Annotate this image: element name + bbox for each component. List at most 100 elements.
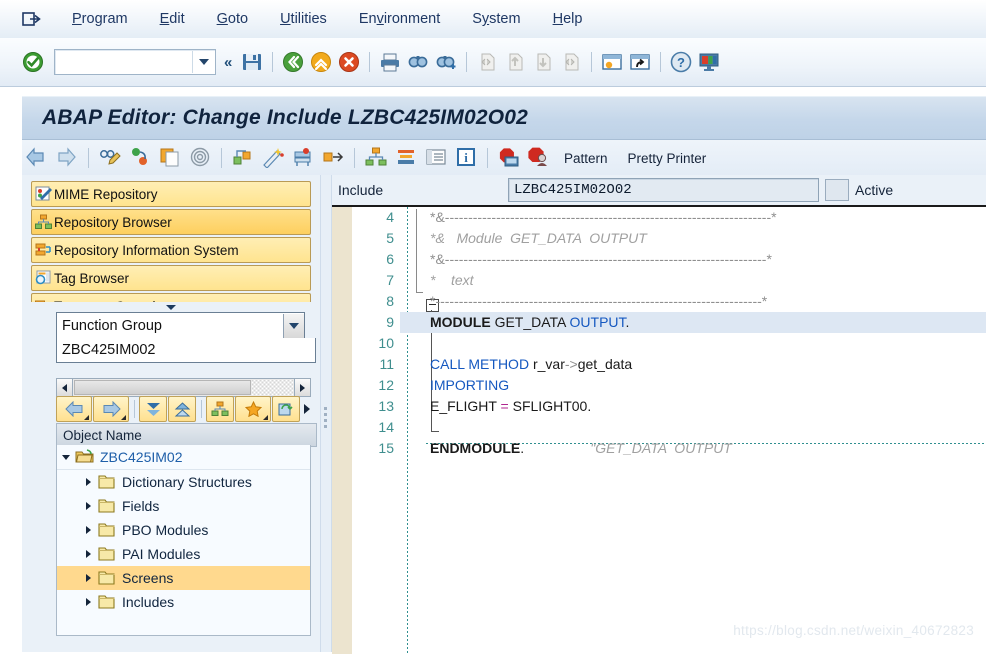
sidebar-nav-tag-browser[interactable]: Tag Browser xyxy=(31,265,311,291)
code-editor[interactable]: 4 5 6 7 8 9 10 11 12 13 14 15 *&-------------------… xyxy=(332,205,986,654)
scroll-right-icon[interactable] xyxy=(294,379,310,396)
code-line[interactable]: CALL METHOD r_var->get_data xyxy=(400,354,986,375)
menu-goto[interactable]: Goto xyxy=(201,11,264,27)
chevron-down-icon[interactable] xyxy=(57,454,75,460)
code-line[interactable]: *&--------------------------------------… xyxy=(400,249,986,270)
check-syntax-icon[interactable] xyxy=(230,146,256,170)
code-line[interactable]: *& Module GET_DATA OUTPUT xyxy=(400,228,986,249)
double-chevron-left-icon[interactable]: « xyxy=(224,54,232,71)
include-name-field[interactable]: LZBC425IM02O02 xyxy=(508,178,819,202)
stop-icon[interactable] xyxy=(526,146,552,170)
breakpoint-icon[interactable] xyxy=(496,146,522,170)
tree-row[interactable]: ZBC425IM02 xyxy=(57,445,310,470)
tree-row[interactable]: Fields xyxy=(57,494,310,518)
help-icon[interactable]: ? xyxy=(669,50,693,74)
scrollbar-thumb[interactable] xyxy=(74,380,251,395)
code-line[interactable] xyxy=(400,333,986,354)
save-icon[interactable] xyxy=(240,50,264,74)
sidebar-nav-label: Tag Browser xyxy=(54,270,130,286)
code-line[interactable]: E_FLIGHT = SFLIGHT00. xyxy=(400,396,986,417)
back-green-icon[interactable] xyxy=(281,50,305,74)
tree-row[interactable]: Screens xyxy=(57,566,310,590)
tree-row[interactable]: Includes xyxy=(57,590,310,614)
chevron-right-icon[interactable] xyxy=(79,502,97,510)
menu-environment[interactable]: Environment xyxy=(343,11,456,27)
print-icon[interactable] xyxy=(378,50,402,74)
code-line[interactable]: *&--------------------------------------… xyxy=(400,207,986,228)
pretty-printer-button[interactable]: Pretty Printer xyxy=(618,151,717,166)
code-line[interactable] xyxy=(400,417,986,438)
activate-icon[interactable] xyxy=(127,146,153,170)
scrollbar-track[interactable] xyxy=(251,379,294,396)
exit-icon[interactable] xyxy=(22,11,42,27)
menu-edit[interactable]: Edit xyxy=(144,11,201,27)
find-icon[interactable] xyxy=(406,50,430,74)
stack-icon[interactable] xyxy=(393,146,419,170)
display-change-icon[interactable] xyxy=(97,146,123,170)
exit-yellow-icon[interactable] xyxy=(309,50,333,74)
splitter-grip[interactable] xyxy=(324,407,328,433)
sidebar-nav-repository-browser[interactable]: Repository Browser xyxy=(31,209,311,235)
function-group-icon xyxy=(75,449,95,465)
forward-arrow-icon[interactable] xyxy=(54,146,80,170)
tree-row[interactable]: PAI Modules xyxy=(57,542,310,566)
tree-row-label: Fields xyxy=(122,498,160,514)
scroll-left-icon[interactable] xyxy=(57,379,73,396)
menu-help[interactable]: Help xyxy=(537,11,599,27)
command-field[interactable] xyxy=(54,49,216,75)
copy-icon[interactable] xyxy=(157,146,183,170)
code-line[interactable]: * text xyxy=(400,270,986,291)
chevron-down-icon[interactable] xyxy=(192,51,215,73)
navigate-icon[interactable] xyxy=(320,146,346,170)
code-token: r_var xyxy=(532,356,565,372)
overflow-icon[interactable] xyxy=(304,404,310,414)
sidebar-nav-mime-repository[interactable]: MIME Repository xyxy=(31,181,311,207)
collapse-all-icon[interactable] xyxy=(139,396,167,422)
debug-icon[interactable] xyxy=(290,146,316,170)
object-type-select[interactable]: Function Group xyxy=(56,312,305,340)
code-line[interactable]: MODULE GET_DATA OUTPUT. xyxy=(400,312,986,333)
create-session-icon[interactable] xyxy=(600,50,624,74)
list-icon[interactable] xyxy=(423,146,449,170)
info-icon[interactable]: i xyxy=(453,146,479,170)
panel-splitter[interactable] xyxy=(320,175,332,652)
menu-utilities[interactable]: Utilities xyxy=(264,11,343,27)
horizontal-scrollbar[interactable] xyxy=(56,378,311,397)
object-tree[interactable]: ZBC425IM02 Dictionary Structures Fields PBO… xyxy=(56,445,311,636)
favorites-icon[interactable] xyxy=(235,396,271,422)
code-line[interactable]: IMPORTING xyxy=(400,375,986,396)
tree-row[interactable]: Dictionary Structures xyxy=(57,470,310,494)
enter-icon[interactable] xyxy=(22,51,44,73)
chevron-right-icon[interactable] xyxy=(79,550,97,558)
code-line[interactable]: *---------------------------------------… xyxy=(400,291,986,312)
cancel-red-icon[interactable] xyxy=(337,50,361,74)
sidebar-nav-repository-information-system[interactable]: Repository Information System xyxy=(31,237,311,263)
object-list-icon[interactable] xyxy=(206,396,234,422)
object-navigator-icon[interactable] xyxy=(363,146,389,170)
wand-icon[interactable] xyxy=(260,146,286,170)
chevron-right-icon[interactable] xyxy=(79,598,97,606)
object-list-icon[interactable] xyxy=(187,146,213,170)
command-input[interactable] xyxy=(60,51,192,73)
chevron-down-icon[interactable] xyxy=(283,314,304,338)
code-surface[interactable]: *&--------------------------------------… xyxy=(400,207,986,654)
code-line[interactable]: ENDMODULE. "GET_DATA OUTPUT xyxy=(400,438,986,459)
code-lines: *&--------------------------------------… xyxy=(400,207,986,459)
back-arrow-icon[interactable] xyxy=(24,146,50,170)
refresh-icon[interactable] xyxy=(272,396,300,422)
chevron-right-icon[interactable] xyxy=(79,478,97,486)
expand-all-icon[interactable] xyxy=(168,396,196,422)
chevron-right-icon[interactable] xyxy=(79,574,97,582)
menu-program[interactable]: Program xyxy=(56,11,144,27)
chevron-right-icon[interactable] xyxy=(79,526,97,534)
tree-row[interactable]: PBO Modules xyxy=(57,518,310,542)
pattern-button[interactable]: Pattern xyxy=(554,151,618,166)
find-next-icon[interactable] xyxy=(434,50,458,74)
back-icon[interactable] xyxy=(56,396,92,422)
create-shortcut-icon[interactable] xyxy=(628,50,652,74)
code-token: CALL METHOD xyxy=(430,356,533,372)
object-name-input[interactable]: ZBC425IM002 xyxy=(56,338,316,363)
forward-icon[interactable] xyxy=(93,396,129,422)
menu-system[interactable]: System xyxy=(456,11,536,27)
customize-layout-icon[interactable] xyxy=(697,50,721,74)
